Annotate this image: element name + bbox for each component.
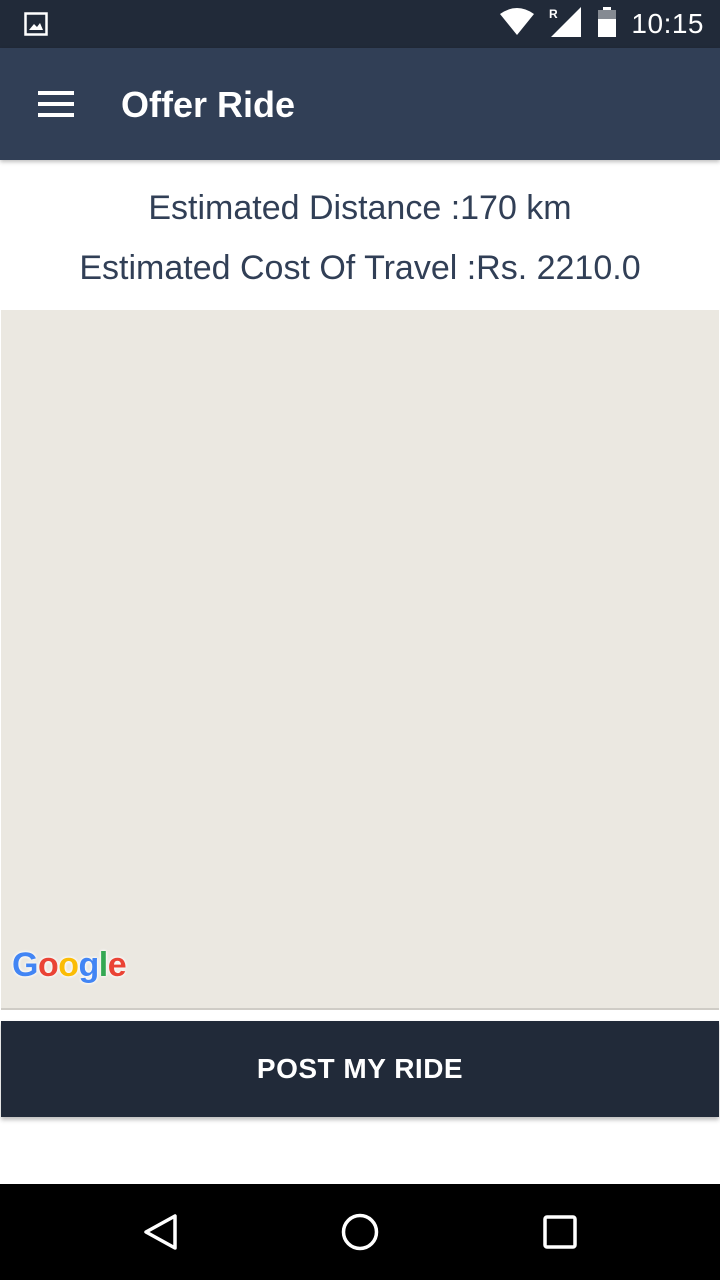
battery-icon [597,6,617,42]
recents-icon[interactable] [540,1212,580,1252]
status-time: 10:15 [631,8,704,39]
home-icon[interactable] [340,1212,380,1252]
route-map[interactable] [1,310,719,1010]
image-notification-icon [24,12,48,41]
back-icon[interactable] [141,1212,181,1252]
status-bar: R 10:15 [0,0,720,48]
post-my-ride-button[interactable]: POST MY RIDE [1,1021,719,1117]
app-bar: Offer Ride [0,48,720,160]
estimated-distance: Estimated Distance :170 km [148,189,572,227]
google-attribution-logo: Google [12,946,127,984]
roaming-label: R [549,7,558,21]
estimate-panel: Estimated Distance :170 km Estimated Cos… [0,160,720,310]
estimated-cost: Estimated Cost Of Travel :Rs. 2210.0 [79,249,641,287]
hamburger-menu-icon[interactable] [36,87,76,121]
system-nav-bar [0,1184,720,1280]
wifi-icon [499,7,535,41]
page-title: Offer Ride [121,84,296,125]
signal-roaming-icon: R [549,6,583,42]
